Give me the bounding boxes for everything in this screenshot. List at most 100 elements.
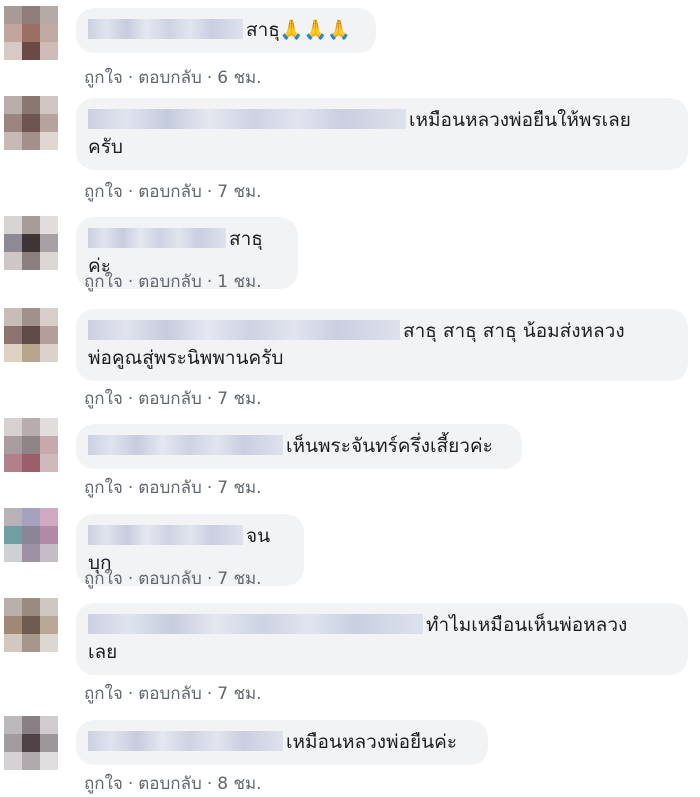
avatar-pixel [40, 96, 58, 114]
avatar-pixel [40, 24, 58, 42]
reply-link[interactable]: ตอบกลับ [138, 64, 202, 91]
avatar-pixel [4, 508, 22, 526]
avatar-pixel [4, 716, 22, 734]
avatar-pixel [40, 344, 58, 362]
avatar-pixel [40, 616, 58, 634]
avatar-pixel [40, 508, 58, 526]
comment-timestamp[interactable]: 8 ชม. [217, 770, 261, 797]
comment-bubble: ทำไมเหมือนเห็นพ่อหลวง เลย [76, 603, 688, 675]
avatar[interactable] [4, 418, 58, 472]
avatar-pixel [4, 598, 22, 616]
comment-timestamp[interactable]: 7 ชม. [217, 178, 261, 205]
separator-dot: · [206, 774, 213, 794]
comment-timestamp[interactable]: 7 ชม. [217, 474, 261, 501]
comment-text: สาธุ🙏🙏🙏 [246, 19, 351, 41]
avatar-pixel [22, 634, 40, 652]
comment-actions: ถูกใจ · ตอบกลับ · 6 ชม. [84, 64, 262, 91]
comment-actions: ถูกใจ · ตอบกลับ · 8 ชม. [84, 770, 262, 797]
avatar-pixel [22, 114, 40, 132]
like-link[interactable]: ถูกใจ [84, 474, 123, 501]
redacted-author-name[interactable] [88, 320, 400, 340]
redacted-author-name[interactable] [88, 109, 406, 129]
comment-timestamp[interactable]: 1 ชม. [217, 268, 261, 295]
separator-dot: · [127, 68, 134, 88]
avatar-pixel [22, 6, 40, 24]
comment-timestamp[interactable]: 7 ชม. [217, 565, 261, 592]
avatar-pixel [40, 598, 58, 616]
reply-link[interactable]: ตอบกลับ [138, 268, 202, 295]
redacted-author-name[interactable] [88, 435, 283, 455]
reply-link[interactable]: ตอบกลับ [138, 565, 202, 592]
avatar-pixel [40, 436, 58, 454]
comment-actions: ถูกใจ · ตอบกลับ · 7 ชม. [84, 178, 262, 205]
avatar[interactable] [4, 598, 58, 652]
avatar-pixel [4, 752, 22, 770]
avatar-pixel [22, 96, 40, 114]
separator-dot: · [127, 272, 134, 292]
avatar-pixel [22, 344, 40, 362]
avatar-pixel [22, 216, 40, 234]
avatar-pixel [22, 234, 40, 252]
avatar[interactable] [4, 508, 58, 562]
redacted-author-name[interactable] [88, 731, 283, 751]
avatar-pixel [40, 6, 58, 24]
avatar-pixel [4, 96, 22, 114]
reply-link[interactable]: ตอบกลับ [138, 474, 202, 501]
redacted-author-name[interactable] [88, 525, 243, 545]
separator-dot: · [206, 182, 213, 202]
like-link[interactable]: ถูกใจ [84, 680, 123, 707]
avatar-pixel [40, 734, 58, 752]
avatar-pixel [4, 344, 22, 362]
separator-dot: · [206, 478, 213, 498]
avatar[interactable] [4, 308, 58, 362]
like-link[interactable]: ถูกใจ [84, 64, 123, 91]
avatar-pixel [40, 752, 58, 770]
comment-actions: ถูกใจ · ตอบกลับ · 7 ชม. [84, 474, 262, 501]
comment-actions: ถูกใจ · ตอบกลับ · 7 ชม. [84, 565, 262, 592]
avatar-pixel [40, 716, 58, 734]
comment-actions: ถูกใจ · ตอบกลับ · 1 ชม. [84, 268, 262, 295]
avatar-pixel [40, 454, 58, 472]
avatar-pixel [22, 716, 40, 734]
avatar[interactable] [4, 6, 58, 60]
like-link[interactable]: ถูกใจ [84, 178, 123, 205]
reply-link[interactable]: ตอบกลับ [138, 770, 202, 797]
avatar-pixel [4, 216, 22, 234]
avatar-pixel [40, 114, 58, 132]
comment-timestamp[interactable]: 7 ชม. [217, 680, 261, 707]
avatar-pixel [40, 252, 58, 270]
avatar[interactable] [4, 96, 58, 150]
reply-link[interactable]: ตอบกลับ [138, 385, 202, 412]
avatar-pixel [22, 308, 40, 326]
comment-bubble: เหมือนหลวงพ่อยืนค่ะ [76, 720, 488, 765]
avatar-pixel [22, 436, 40, 454]
avatar-pixel [4, 418, 22, 436]
separator-dot: · [127, 569, 134, 589]
reply-link[interactable]: ตอบกลับ [138, 680, 202, 707]
avatar-pixel [4, 24, 22, 42]
redacted-author-name[interactable] [88, 19, 243, 39]
separator-dot: · [127, 182, 134, 202]
avatar[interactable] [4, 216, 58, 270]
redacted-author-name[interactable] [88, 614, 423, 634]
comment-actions: ถูกใจ · ตอบกลับ · 7 ชม. [84, 680, 262, 707]
like-link[interactable]: ถูกใจ [84, 268, 123, 295]
like-link[interactable]: ถูกใจ [84, 770, 123, 797]
avatar-pixel [22, 252, 40, 270]
comment-actions: ถูกใจ · ตอบกลับ · 7 ชม. [84, 385, 262, 412]
avatar[interactable] [4, 716, 58, 770]
avatar-pixel [40, 308, 58, 326]
like-link[interactable]: ถูกใจ [84, 385, 123, 412]
separator-dot: · [127, 478, 134, 498]
like-link[interactable]: ถูกใจ [84, 565, 123, 592]
avatar-pixel [22, 526, 40, 544]
reply-link[interactable]: ตอบกลับ [138, 178, 202, 205]
avatar-pixel [22, 326, 40, 344]
avatar-pixel [40, 132, 58, 150]
avatar-pixel [4, 616, 22, 634]
comment-timestamp[interactable]: 6 ชม. [217, 64, 261, 91]
comment-timestamp[interactable]: 7 ชม. [217, 385, 261, 412]
avatar-pixel [40, 418, 58, 436]
redacted-author-name[interactable] [88, 228, 226, 248]
comment-bubble: สาธุ สาธุ สาธุ น้อมส่งหลวง พ่อคูณสู่พระน… [76, 309, 688, 381]
